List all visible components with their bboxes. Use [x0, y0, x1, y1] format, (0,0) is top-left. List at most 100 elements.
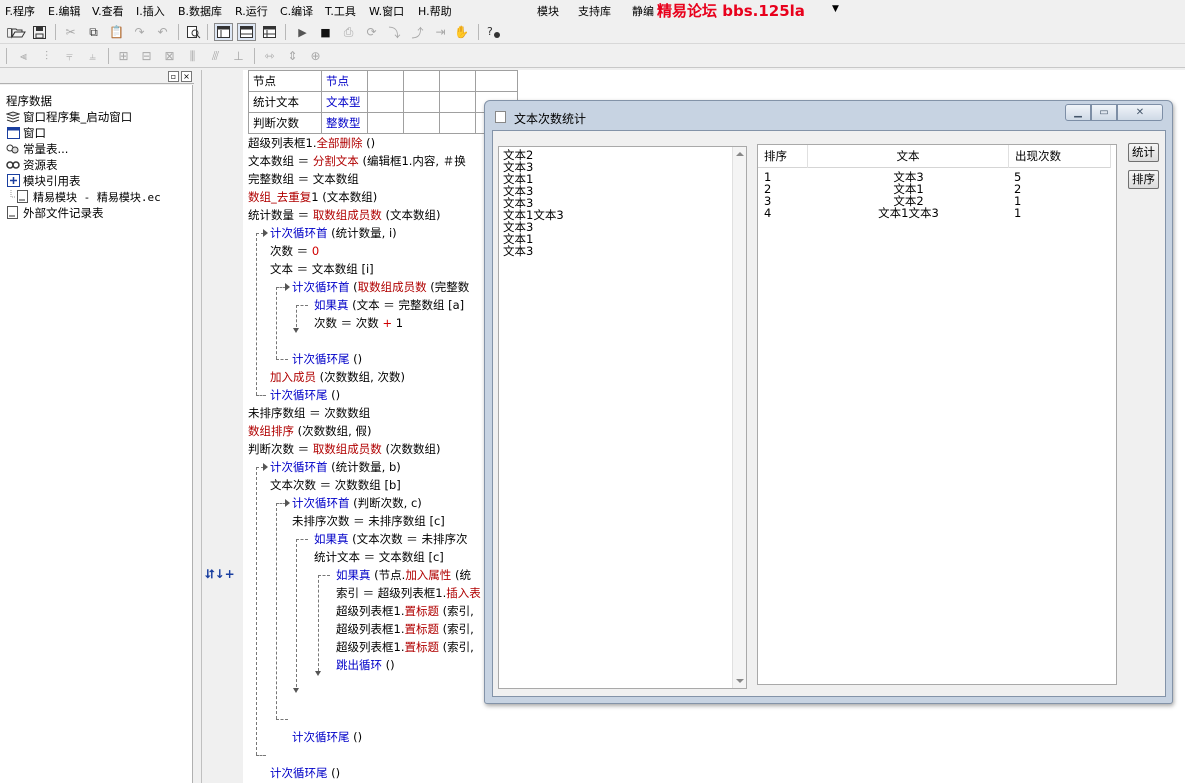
code-line[interactable]: 超级列表框1.置标题 (索引, — [336, 621, 474, 637]
align-top-icon[interactable]: ⫧ — [60, 47, 79, 65]
step-out-icon[interactable]: ⤴ — [408, 23, 427, 41]
code-line[interactable]: 计次循环首 (统计数量, i) — [270, 225, 397, 241]
code-line[interactable]: 未排序次数 ＝ 未排序数组 [c] — [292, 513, 445, 529]
stop-icon[interactable]: ■ — [316, 23, 335, 41]
column-rank[interactable]: 排序 — [758, 145, 808, 168]
code-line[interactable]: 超级列表框1.置标题 (索引, — [336, 603, 474, 619]
tree-item-module-refs[interactable]: 模块引用表 — [6, 173, 81, 188]
menu-window[interactable]: W.窗口 — [369, 3, 404, 19]
tree-item-assembly[interactable]: 窗口程序集_启动窗口 — [6, 108, 133, 125]
align-left-icon[interactable]: ⫷ — [14, 47, 33, 65]
list-row[interactable]: 4 文本1文本3 1 — [758, 207, 1111, 223]
menu-help[interactable]: H.帮助 — [418, 3, 452, 19]
stat-button[interactable]: 统计 — [1128, 143, 1159, 162]
v-space-icon[interactable]: ⫻ — [206, 47, 225, 65]
close-button[interactable]: ✕ — [1117, 104, 1163, 121]
menu-database[interactable]: B.数据库 — [178, 3, 222, 19]
redo-icon[interactable]: ↷ — [130, 23, 149, 41]
menu-module[interactable]: 模块 — [537, 3, 559, 19]
spacing-icon[interactable]: ⊥ — [229, 47, 248, 65]
code-line[interactable]: 统计文本 ＝ 文本数组 [c] — [314, 549, 444, 565]
menu-support-lib[interactable]: 支持库 — [578, 3, 611, 19]
var-name[interactable]: 节点 — [248, 70, 322, 92]
var-name[interactable]: 判断次数 — [248, 112, 322, 134]
textbox-scrollbar[interactable] — [732, 147, 746, 688]
cut-icon[interactable]: ✂ — [61, 23, 80, 41]
run-icon[interactable]: ▶ — [293, 23, 312, 41]
code-line[interactable]: 索引 ＝ 超级列表框1.插入表 — [336, 585, 481, 601]
code-line[interactable]: 计次循环首 (取数组成员数 (完整数 — [292, 279, 469, 295]
minimize-button[interactable]: ▁ — [1065, 104, 1091, 121]
menu-run[interactable]: R.运行 — [235, 3, 268, 19]
tree-item-constants[interactable]: 常量表... — [6, 141, 68, 156]
restore-icon[interactable]: ▫ — [168, 71, 179, 82]
align-bottom-icon[interactable]: ⫨ — [83, 47, 102, 65]
save-icon[interactable] — [30, 23, 49, 41]
code-line[interactable]: 超级列表框1.全部删除 () — [248, 135, 375, 151]
step-icon[interactable]: ⎙ — [339, 23, 358, 41]
code-line[interactable]: 统计数量 ＝ 取数组成员数 (文本数组) — [248, 207, 440, 223]
menu-edit[interactable]: E.编辑 — [48, 3, 80, 19]
menu-static[interactable]: 静编 — [632, 3, 654, 19]
code-line[interactable]: 数组_去重复1 (文本数组) — [248, 189, 377, 205]
layout-2-icon[interactable] — [237, 23, 256, 41]
tree-item-jingyi-module[interactable]: 精易模块 - 精易模块.ec — [10, 189, 161, 204]
var-type[interactable]: 整数型 — [321, 112, 368, 134]
find-icon[interactable] — [184, 23, 203, 41]
code-line[interactable]: 计次循环尾 () — [270, 387, 340, 403]
code-line[interactable]: 加入成员 (次数数组, 次数) — [270, 369, 405, 385]
code-line[interactable]: 未排序数组 ＝ 次数数组 — [248, 405, 370, 421]
tree-item-external-files[interactable]: 外部文件记录表 — [6, 205, 104, 220]
code-line[interactable]: 计次循环首 (判断次数, c) — [292, 495, 422, 511]
text-input-box[interactable]: 文本2 文本3 文本1 文本3 文本3 文本1文本3 文本3 文本1 文本3 — [498, 146, 747, 689]
layout-3-icon[interactable] — [260, 23, 279, 41]
step-over-icon[interactable]: ⤵ — [385, 23, 404, 41]
menu-compile[interactable]: C.编译 — [280, 3, 313, 19]
var-name[interactable]: 统计文本 — [248, 91, 322, 113]
open-icon[interactable] — [9, 23, 28, 41]
h-space-icon[interactable]: ⫼ — [183, 47, 202, 65]
align-center-icon[interactable]: ⫶ — [37, 47, 56, 65]
same-width-icon[interactable]: ⊞ — [114, 47, 133, 65]
center-h-icon[interactable]: ⇿ — [260, 47, 279, 65]
maximize-button[interactable]: ▭ — [1091, 104, 1117, 121]
code-line[interactable]: 如果真 (文本 ＝ 完整数组 [a] — [314, 297, 464, 313]
chevron-down-icon[interactable]: ▼ — [832, 4, 839, 14]
dialog-titlebar[interactable]: 文本次数统计 ▁ ▭ ✕ — [485, 101, 1172, 129]
hand-icon[interactable]: ✋ — [452, 23, 471, 41]
code-line[interactable]: 判断次数 ＝ 取数组成员数 (次数数组) — [248, 441, 440, 457]
menu-tools[interactable]: T.工具 — [325, 3, 356, 19]
breakpoint-marker-icon[interactable]: ⮃↓+ — [205, 567, 235, 582]
code-line[interactable]: 跳出循环 () — [336, 657, 395, 673]
code-line[interactable]: 次数 ＝ 次数 + 1 — [314, 315, 403, 331]
code-line[interactable]: 计次循环尾 () — [292, 729, 362, 745]
close-icon[interactable]: × — [181, 71, 192, 82]
sort-button[interactable]: 排序 — [1128, 170, 1159, 189]
same-size-icon[interactable]: ⊠ — [160, 47, 179, 65]
code-line[interactable]: 完整数组 ＝ 文本数组 — [248, 171, 359, 187]
var-type[interactable]: 节点 — [321, 70, 368, 92]
code-line[interactable]: 文本数组 ＝ 分割文本 (编辑框1.内容, ＃换 — [248, 153, 466, 169]
center-v-icon[interactable]: ⇕ — [283, 47, 302, 65]
undo-icon[interactable]: ↶ — [153, 23, 172, 41]
code-line[interactable]: 如果真 (节点.加入属性 (统 — [336, 567, 471, 583]
panel-splitter[interactable] — [194, 70, 202, 783]
center-both-icon[interactable]: ⊕ — [306, 47, 325, 65]
code-line[interactable]: 计次循环首 (统计数量, b) — [270, 459, 401, 475]
code-line[interactable]: 超级列表框1.置标题 (索引, — [336, 639, 474, 655]
menu-view[interactable]: V.查看 — [92, 3, 124, 19]
code-line[interactable]: 计次循环尾 () — [292, 351, 362, 367]
code-line[interactable]: 如果真 (文本次数 ＝ 未排序次 — [314, 531, 467, 547]
column-text[interactable]: 文本 — [808, 145, 1009, 168]
code-line[interactable]: 计次循环尾 () — [270, 765, 340, 781]
tree-item-program-data[interactable]: 程序数据 — [6, 93, 52, 108]
run-to-icon[interactable]: ⇥ — [431, 23, 450, 41]
help-icon[interactable]: ? — [485, 23, 504, 41]
code-line[interactable]: 文本 ＝ 文本数组 [i] — [270, 261, 374, 277]
menu-program[interactable]: F.程序 — [5, 3, 35, 19]
tree-item-window[interactable]: 窗口 — [6, 125, 46, 140]
step-into-icon[interactable]: ⟳ — [362, 23, 381, 41]
layout-1-icon[interactable] — [214, 23, 233, 41]
menu-insert[interactable]: I.插入 — [136, 3, 165, 19]
tree-item-resources[interactable]: 资源表 — [6, 157, 58, 172]
